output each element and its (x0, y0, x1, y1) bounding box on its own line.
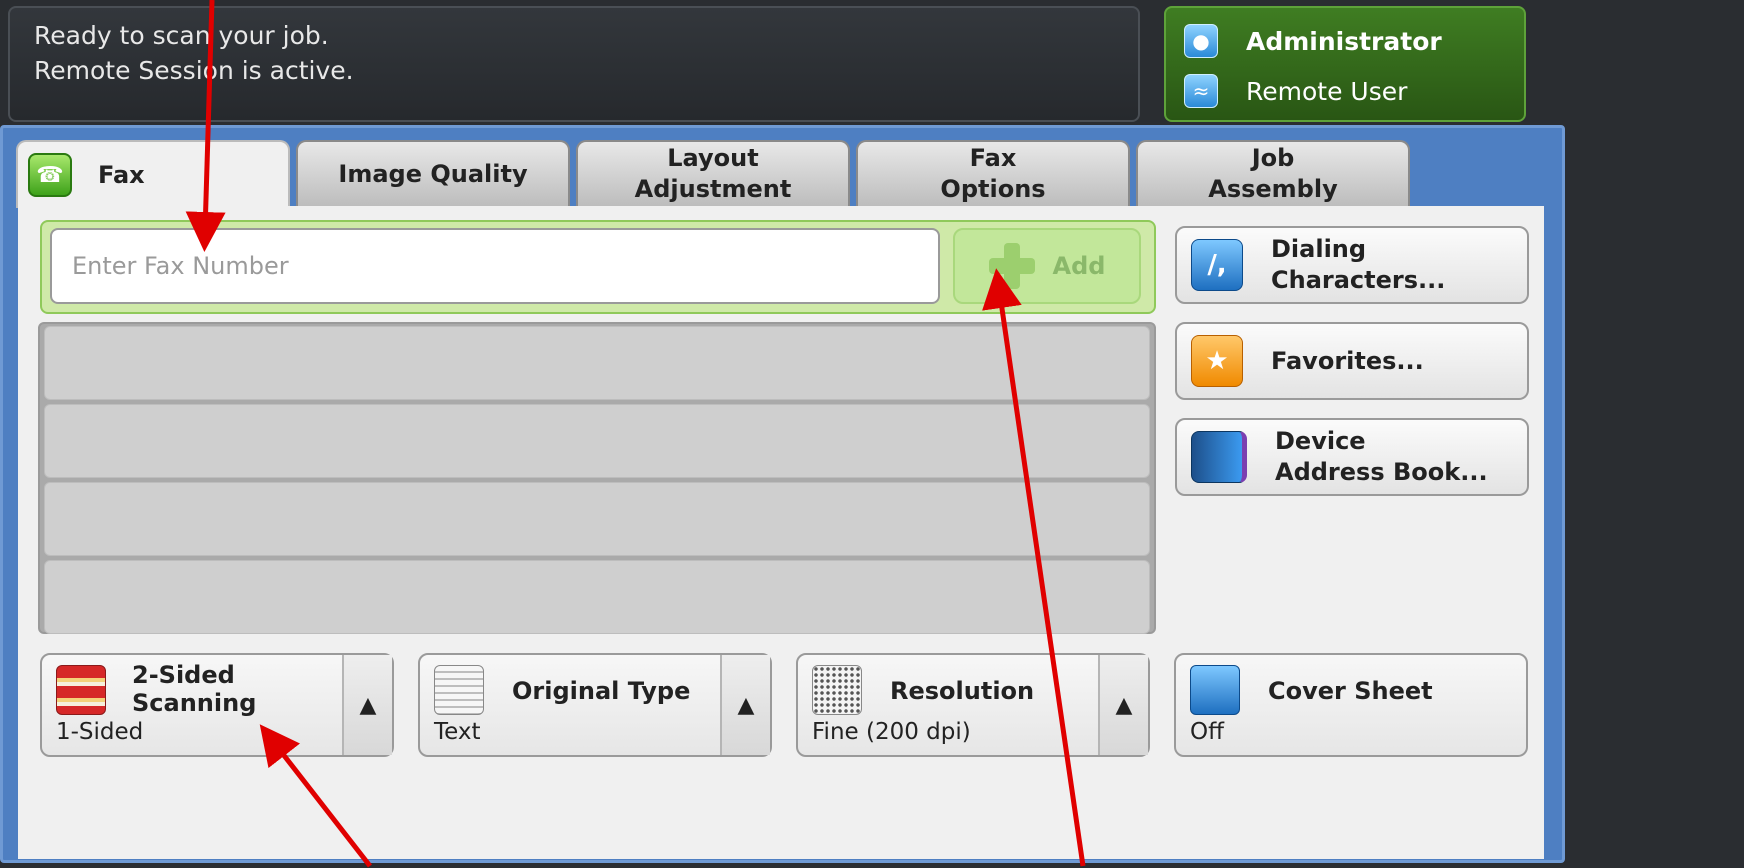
original-type-value: Text (434, 719, 481, 745)
fax-number-input[interactable] (50, 228, 940, 304)
status-line-1: Ready to scan your job. (34, 21, 329, 50)
recipient-list[interactable] (38, 322, 1156, 634)
cover-sheet-button[interactable]: Cover Sheet Off (1174, 653, 1528, 757)
two-sided-title-1: 2-Sided (132, 661, 235, 689)
two-sided-title-2: Scanning (132, 689, 257, 717)
user-row-remote: ≈ Remote User (1184, 74, 1407, 108)
caret-up-icon: ▲ (737, 692, 755, 718)
tab-job-assembly[interactable]: Job Assembly (1136, 140, 1410, 206)
status-message-area: Ready to scan your job. Remote Session i… (8, 6, 1140, 122)
tab-image-quality[interactable]: Image Quality (296, 140, 570, 206)
recipient-row[interactable] (44, 326, 1150, 400)
user-panel[interactable]: ● Administrator ≈ Remote User (1164, 6, 1526, 122)
user-row-admin: ● Administrator (1184, 24, 1442, 58)
tab-job-assembly-label-2: Assembly (1208, 175, 1338, 203)
favorites-star-icon: ★ (1191, 335, 1243, 387)
tab-fax-label: Fax (98, 160, 145, 189)
tab-layout-label-1: Layout (667, 144, 759, 172)
original-type-button[interactable]: Original Type Text ▲ (418, 653, 772, 757)
resolution-options-arrow[interactable]: ▲ (1098, 655, 1148, 755)
two-sided-scanning-button[interactable]: 2-Sided Scanning 1-Sided ▲ (40, 653, 394, 757)
recipient-row[interactable] (44, 560, 1150, 634)
session-type: Remote User (1246, 76, 1408, 106)
original-type-title: Original Type (512, 677, 691, 705)
cover-sheet-icon (1190, 665, 1240, 715)
tab-fax-options[interactable]: Fax Options (856, 140, 1130, 206)
resolution-value: Fine (200 dpi) (812, 719, 971, 745)
tab-layout-adjustment[interactable]: Layout Adjustment (576, 140, 850, 206)
resolution-grid-icon (812, 665, 862, 715)
add-button[interactable]: Add (953, 228, 1141, 304)
plus-icon (988, 243, 1035, 289)
dialing-characters-icon: /, (1191, 239, 1243, 291)
caret-up-icon: ▲ (359, 692, 377, 718)
tab-job-assembly-label-1: Job (1251, 144, 1295, 172)
favorites-button[interactable]: ★ Favorites... (1175, 322, 1529, 400)
tab-fax-options-label-1: Fax (969, 144, 1017, 172)
dialing-characters-button[interactable]: /, Dialing Characters... (1175, 226, 1529, 304)
two-sided-options-arrow[interactable]: ▲ (342, 655, 392, 755)
original-type-options-arrow[interactable]: ▲ (720, 655, 770, 755)
tab-image-quality-label: Image Quality (338, 159, 528, 188)
recipient-row[interactable] (44, 404, 1150, 478)
user-icon: ● (1184, 24, 1218, 58)
wifi-icon: ≈ (1184, 74, 1218, 108)
tab-layout-label-2: Adjustment (634, 175, 792, 203)
address-book-label-1: Device (1275, 427, 1366, 455)
document-icon (434, 665, 484, 715)
user-name: Administrator (1246, 26, 1442, 56)
two-sided-value: 1-Sided (56, 719, 144, 745)
tab-fax[interactable]: ☎ Fax (16, 140, 290, 208)
add-button-label: Add (1052, 252, 1106, 280)
dialing-characters-label-2: Characters... (1271, 266, 1446, 294)
caret-up-icon: ▲ (1115, 692, 1133, 718)
cover-sheet-value: Off (1190, 719, 1224, 745)
resolution-button[interactable]: Resolution Fine (200 dpi) ▲ (796, 653, 1150, 757)
cover-sheet-title: Cover Sheet (1268, 677, 1433, 705)
dialing-characters-label-1: Dialing (1271, 235, 1367, 263)
address-book-label-2: Address Book... (1275, 458, 1488, 486)
device-address-book-button[interactable]: Device Address Book... (1175, 418, 1529, 496)
address-book-icon (1191, 431, 1247, 483)
recipient-row[interactable] (44, 482, 1150, 556)
favorites-label: Favorites... (1271, 346, 1424, 375)
resolution-title: Resolution (890, 677, 1035, 705)
status-line-2: Remote Session is active. (34, 56, 354, 85)
tab-fax-options-label-2: Options (940, 175, 1046, 203)
fax-icon: ☎ (28, 153, 72, 197)
two-sided-icon (56, 665, 106, 715)
